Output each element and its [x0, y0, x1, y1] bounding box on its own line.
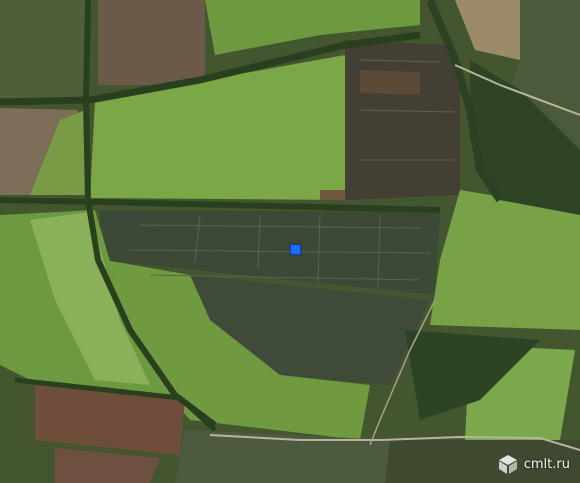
village-top-left	[0, 0, 85, 100]
watermark-text: cmlt.ru	[523, 456, 570, 472]
cube-logo-icon	[498, 455, 517, 474]
brown-strip	[320, 190, 345, 200]
terrain-layer	[0, 0, 580, 483]
location-marker[interactable]	[290, 244, 301, 255]
brown-patch	[360, 70, 420, 95]
satellite-map[interactable]: cmlt.ru	[0, 0, 580, 483]
plowed-field-top	[98, 0, 205, 85]
dark-plot-upper	[345, 40, 460, 200]
watermark: cmlt.ru	[497, 453, 570, 475]
